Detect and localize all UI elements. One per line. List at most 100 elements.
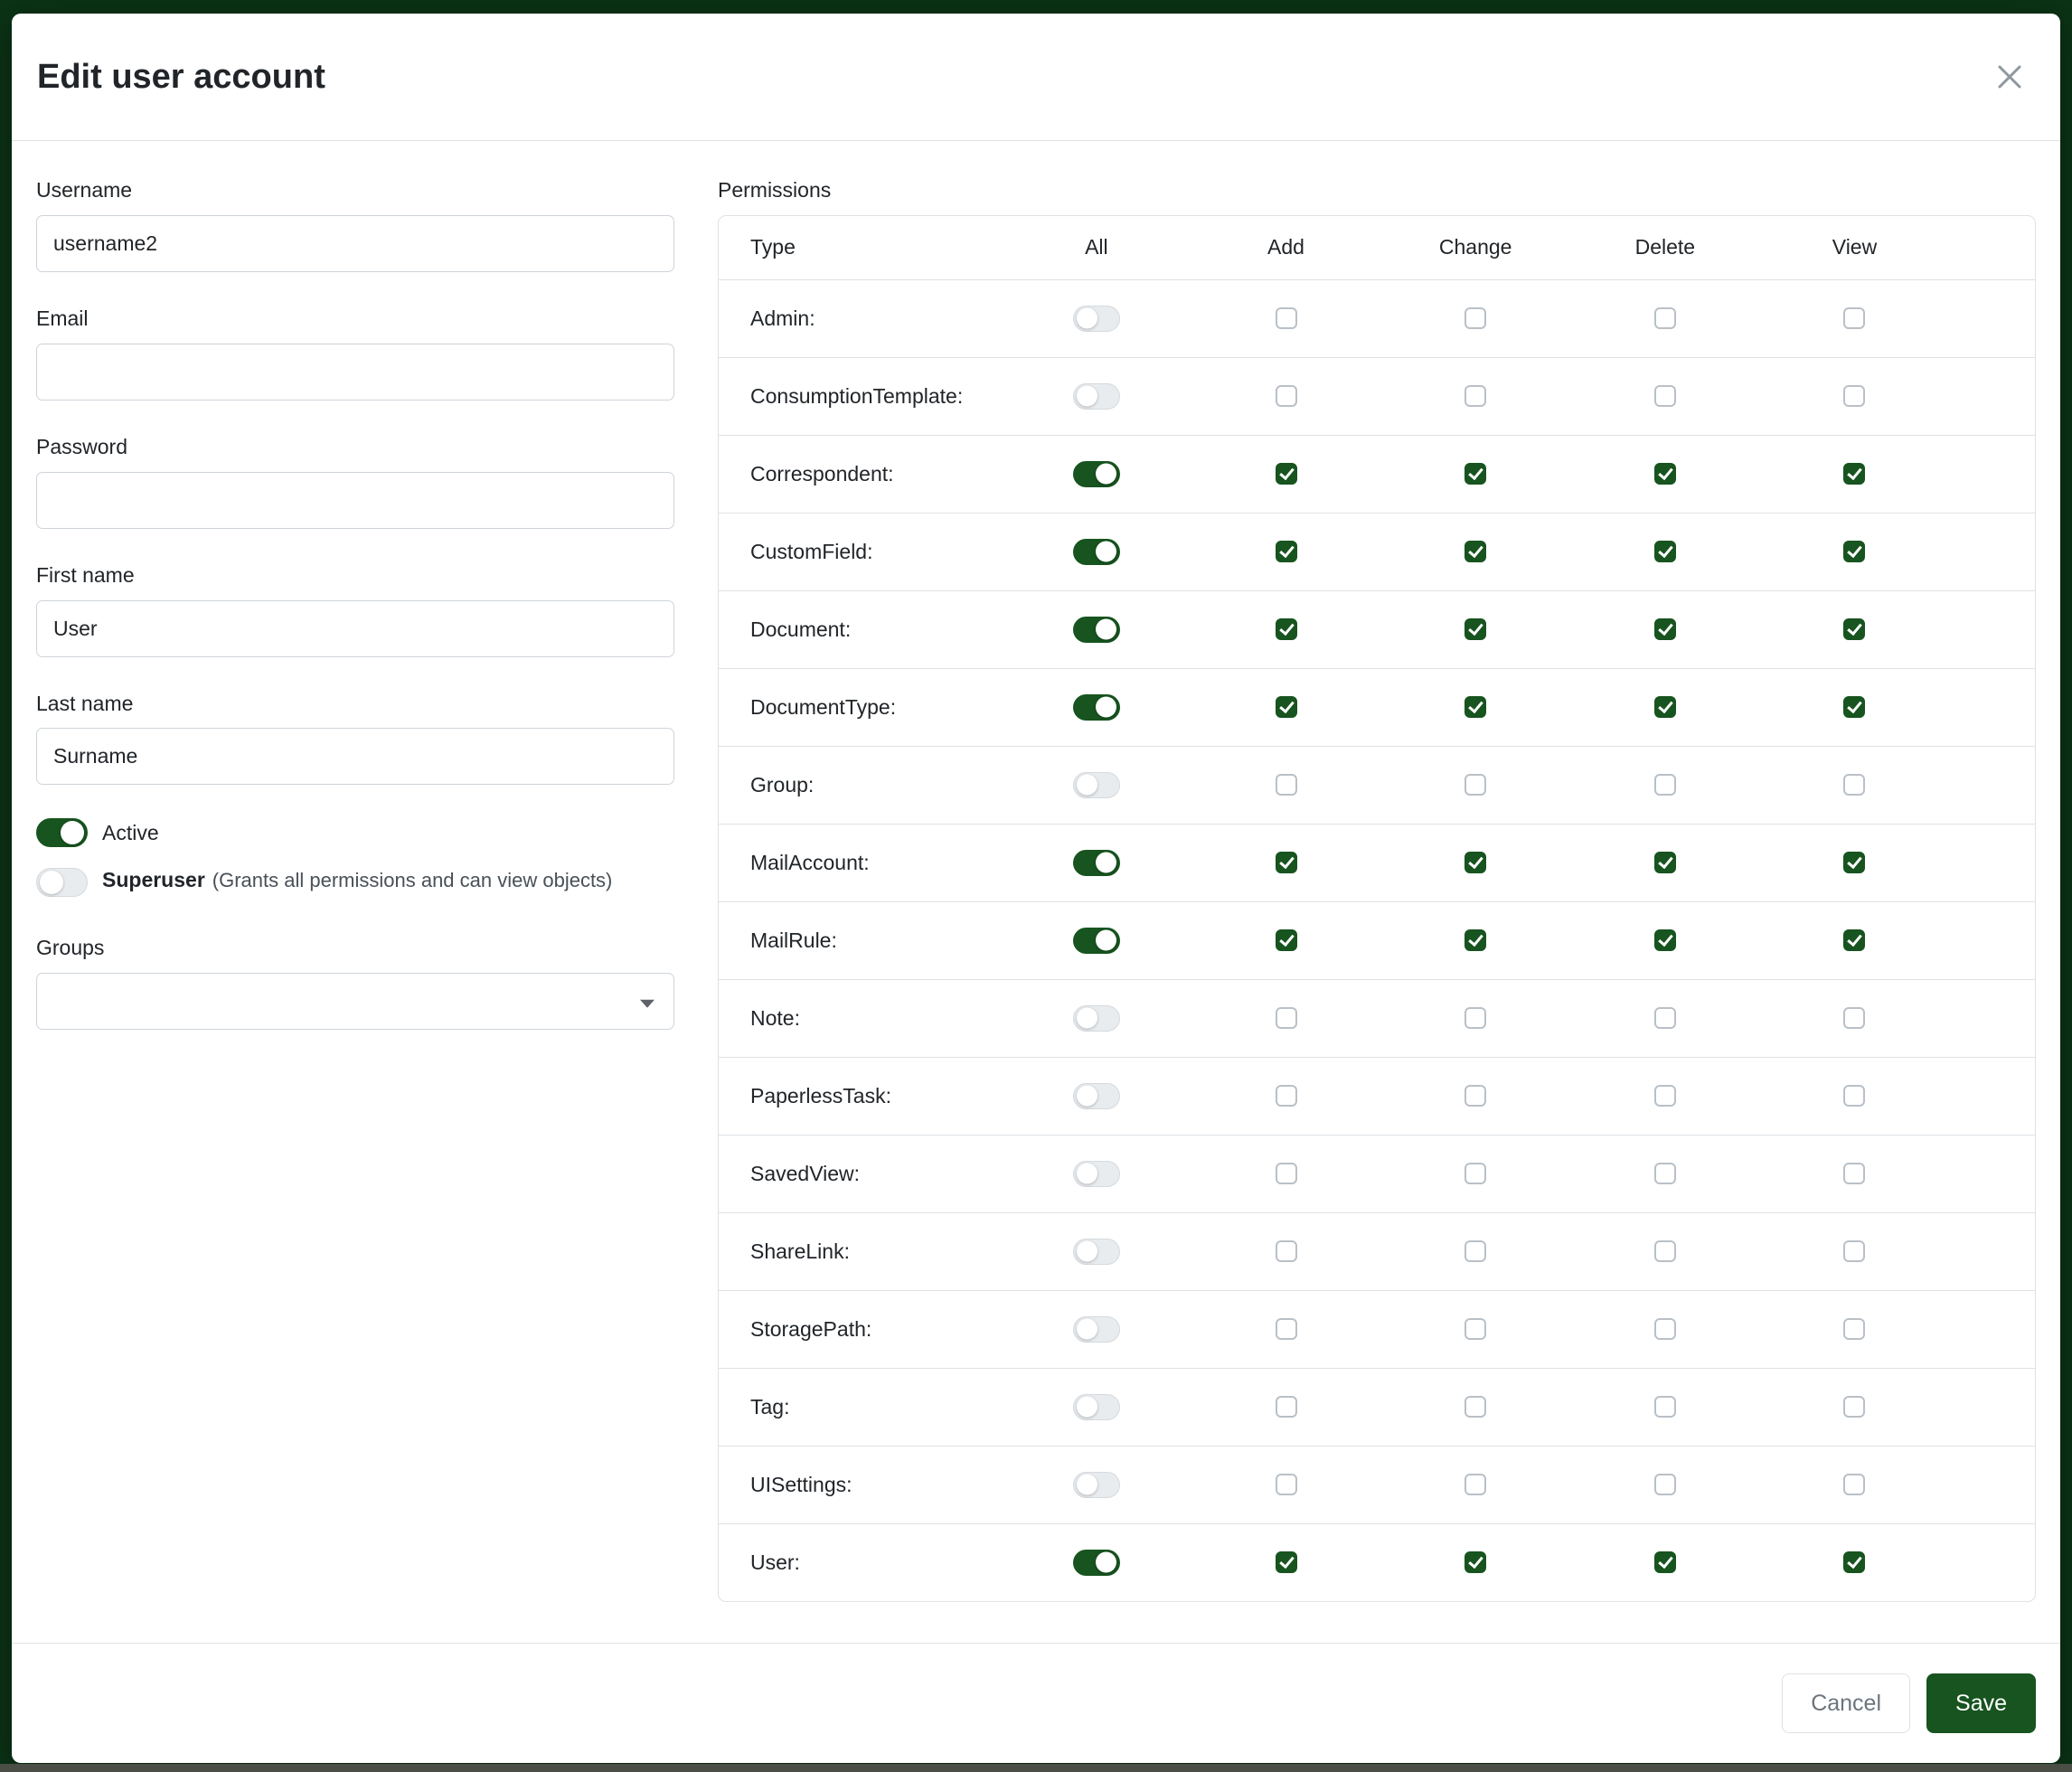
permission-add-checkbox[interactable] — [1276, 1551, 1297, 1573]
permission-view-checkbox[interactable] — [1843, 463, 1865, 485]
permission-view-checkbox[interactable] — [1843, 852, 1865, 873]
permission-change-checkbox[interactable] — [1465, 1318, 1486, 1340]
permission-change-checkbox[interactable] — [1465, 774, 1486, 796]
permission-change-checkbox[interactable] — [1465, 541, 1486, 562]
permission-add-checkbox[interactable] — [1276, 1085, 1297, 1107]
permission-view-checkbox[interactable] — [1843, 1085, 1865, 1107]
permission-delete-checkbox[interactable] — [1654, 1551, 1676, 1573]
permission-add-checkbox[interactable] — [1276, 852, 1297, 873]
permission-view-checkbox[interactable] — [1843, 774, 1865, 796]
permission-view-checkbox[interactable] — [1843, 1396, 1865, 1418]
permission-change-checkbox[interactable] — [1465, 696, 1486, 718]
permission-delete-checkbox[interactable] — [1654, 1318, 1676, 1340]
permission-add-checkbox[interactable] — [1276, 618, 1297, 640]
permission-delete-checkbox[interactable] — [1654, 852, 1676, 873]
permission-change-checkbox[interactable] — [1465, 929, 1486, 951]
permission-add-checkbox[interactable] — [1276, 1474, 1297, 1495]
permission-all-toggle[interactable] — [1073, 461, 1120, 487]
groups-select[interactable] — [36, 973, 674, 1030]
permission-change-checkbox[interactable] — [1465, 463, 1486, 485]
permission-delete-checkbox[interactable] — [1654, 1163, 1676, 1184]
permission-delete-checkbox[interactable] — [1654, 696, 1676, 718]
permission-all-toggle[interactable] — [1073, 772, 1120, 798]
password-field[interactable] — [36, 472, 674, 529]
permission-add-checkbox[interactable] — [1276, 385, 1297, 407]
permission-view-checkbox[interactable] — [1843, 385, 1865, 407]
permission-change-checkbox[interactable] — [1465, 1085, 1486, 1107]
username-input[interactable] — [36, 215, 674, 272]
permission-view-checkbox[interactable] — [1843, 541, 1865, 562]
permission-delete-checkbox[interactable] — [1654, 463, 1676, 485]
save-button[interactable]: Save — [1926, 1673, 2036, 1733]
permission-delete-checkbox[interactable] — [1654, 618, 1676, 640]
permission-all-toggle[interactable] — [1073, 1161, 1120, 1187]
permission-add-cell — [1191, 1318, 1381, 1340]
permission-all-toggle[interactable] — [1073, 694, 1120, 721]
permission-add-checkbox[interactable] — [1276, 307, 1297, 329]
permission-delete-checkbox[interactable] — [1654, 385, 1676, 407]
permission-all-toggle[interactable] — [1073, 1472, 1120, 1498]
permission-all-toggle[interactable] — [1073, 306, 1120, 332]
email-field[interactable] — [36, 344, 674, 401]
permission-delete-checkbox[interactable] — [1654, 1474, 1676, 1495]
permission-type-label: Correspondent: — [719, 462, 1002, 486]
permission-all-toggle[interactable] — [1073, 928, 1120, 954]
permission-view-checkbox[interactable] — [1843, 618, 1865, 640]
permission-view-checkbox[interactable] — [1843, 1240, 1865, 1262]
permission-all-toggle[interactable] — [1073, 850, 1120, 876]
permission-view-checkbox[interactable] — [1843, 1163, 1865, 1184]
permission-delete-checkbox[interactable] — [1654, 929, 1676, 951]
permission-delete-checkbox[interactable] — [1654, 1240, 1676, 1262]
permission-view-checkbox[interactable] — [1843, 1007, 1865, 1029]
permission-all-toggle[interactable] — [1073, 1550, 1120, 1576]
permission-all-toggle[interactable] — [1073, 1005, 1120, 1032]
permission-view-checkbox[interactable] — [1843, 929, 1865, 951]
permission-view-checkbox[interactable] — [1843, 1318, 1865, 1340]
permission-change-checkbox[interactable] — [1465, 1163, 1486, 1184]
permission-add-checkbox[interactable] — [1276, 696, 1297, 718]
permission-all-toggle[interactable] — [1073, 1394, 1120, 1420]
permission-delete-checkbox[interactable] — [1654, 541, 1676, 562]
permission-all-toggle[interactable] — [1073, 1316, 1120, 1343]
permission-change-checkbox[interactable] — [1465, 1240, 1486, 1262]
permission-add-checkbox[interactable] — [1276, 1007, 1297, 1029]
permission-add-checkbox[interactable] — [1276, 1163, 1297, 1184]
cancel-button[interactable]: Cancel — [1782, 1673, 1910, 1733]
permission-delete-checkbox[interactable] — [1654, 774, 1676, 796]
permission-change-checkbox[interactable] — [1465, 1474, 1486, 1495]
permission-view-checkbox[interactable] — [1843, 307, 1865, 329]
toggle-knob — [1096, 464, 1116, 485]
permission-all-toggle[interactable] — [1073, 1239, 1120, 1265]
permission-change-checkbox[interactable] — [1465, 385, 1486, 407]
permission-all-toggle[interactable] — [1073, 617, 1120, 643]
permission-delete-checkbox[interactable] — [1654, 1007, 1676, 1029]
permission-change-checkbox[interactable] — [1465, 1007, 1486, 1029]
permission-all-toggle[interactable] — [1073, 383, 1120, 410]
permission-view-checkbox[interactable] — [1843, 1474, 1865, 1495]
permission-all-toggle[interactable] — [1073, 1083, 1120, 1109]
first-name-field[interactable] — [36, 600, 674, 657]
permission-add-checkbox[interactable] — [1276, 1396, 1297, 1418]
permission-all-cell — [1002, 1472, 1191, 1498]
permission-view-checkbox[interactable] — [1843, 1551, 1865, 1573]
permission-view-checkbox[interactable] — [1843, 696, 1865, 718]
permission-add-checkbox[interactable] — [1276, 929, 1297, 951]
permission-add-checkbox[interactable] — [1276, 463, 1297, 485]
permission-change-checkbox[interactable] — [1465, 307, 1486, 329]
permission-delete-checkbox[interactable] — [1654, 307, 1676, 329]
permission-change-checkbox[interactable] — [1465, 852, 1486, 873]
permission-add-checkbox[interactable] — [1276, 541, 1297, 562]
permission-change-checkbox[interactable] — [1465, 618, 1486, 640]
permission-add-checkbox[interactable] — [1276, 1240, 1297, 1262]
close-button[interactable] — [1988, 55, 2031, 99]
last-name-field[interactable] — [36, 728, 674, 785]
superuser-toggle[interactable] — [36, 868, 88, 897]
permission-add-checkbox[interactable] — [1276, 774, 1297, 796]
permission-change-checkbox[interactable] — [1465, 1551, 1486, 1573]
permission-change-checkbox[interactable] — [1465, 1396, 1486, 1418]
permission-delete-checkbox[interactable] — [1654, 1085, 1676, 1107]
permission-all-toggle[interactable] — [1073, 539, 1120, 565]
active-toggle[interactable] — [36, 818, 88, 847]
permission-delete-checkbox[interactable] — [1654, 1396, 1676, 1418]
permission-add-checkbox[interactable] — [1276, 1318, 1297, 1340]
